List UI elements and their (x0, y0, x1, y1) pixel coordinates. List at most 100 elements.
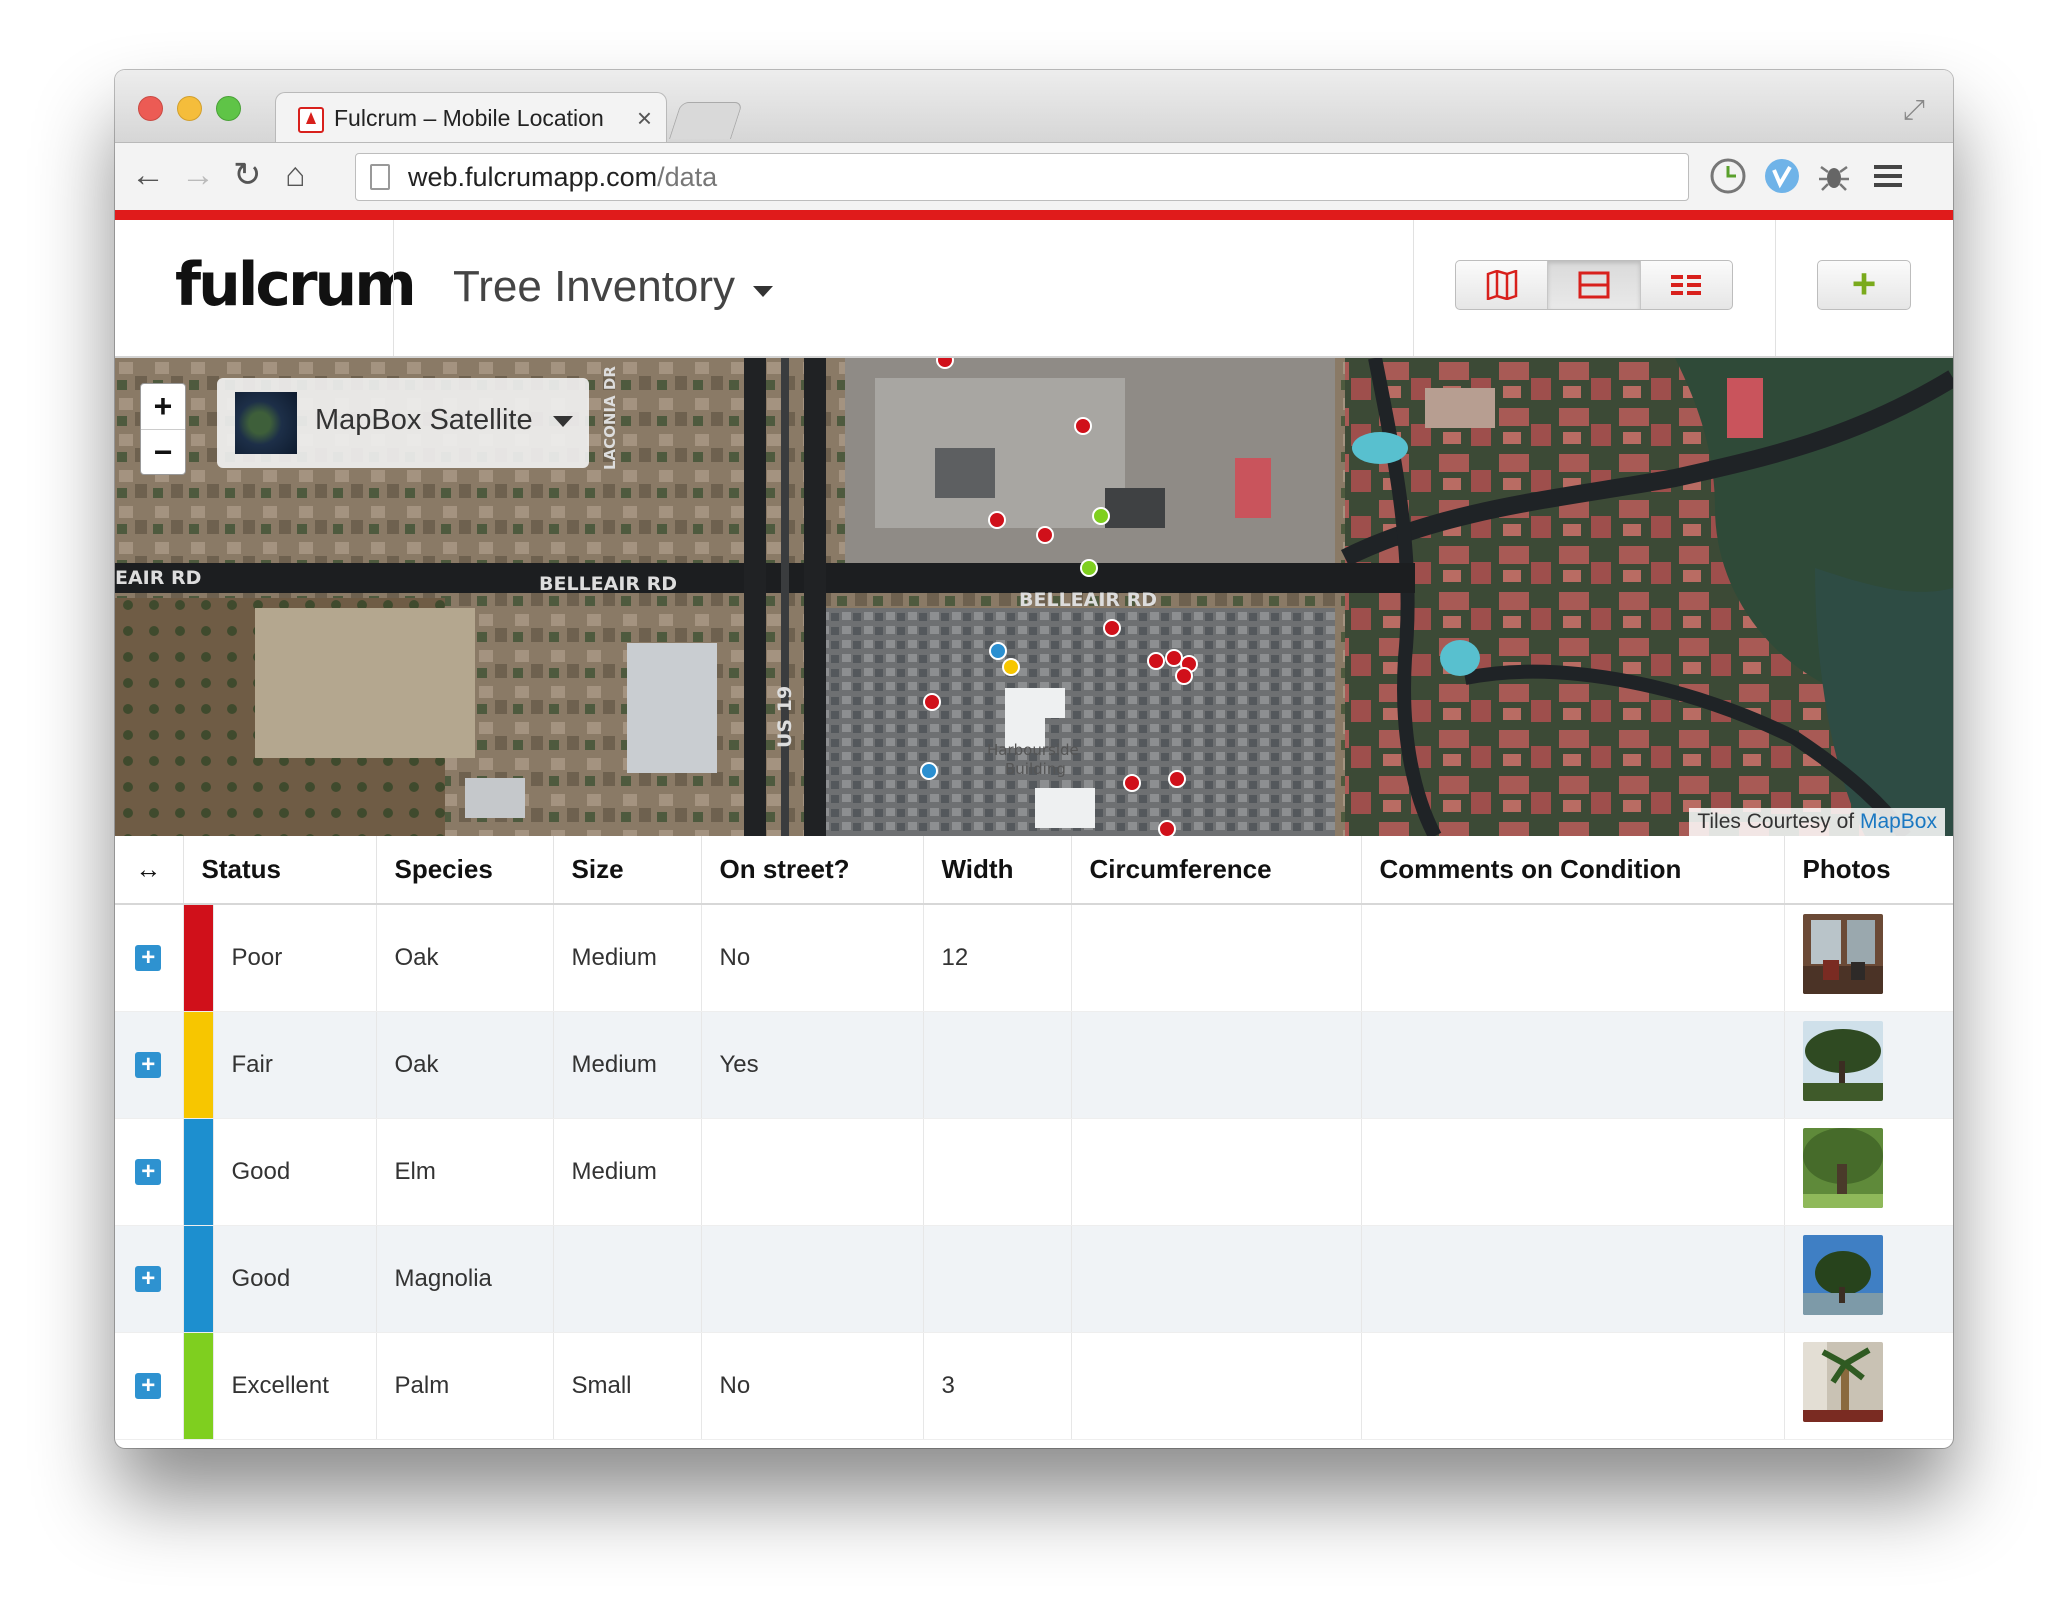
split-view-icon (1578, 271, 1610, 299)
table-row[interactable]: + Good Elm Medium (115, 1118, 1953, 1226)
table-row[interactable]: + Poor Oak Medium No 12 (115, 904, 1953, 1012)
map-marker[interactable] (1103, 619, 1121, 637)
table-row[interactable]: + Good Magnolia (115, 1225, 1953, 1333)
header-divider (1775, 220, 1776, 356)
column-header-status[interactable]: Status (183, 836, 377, 905)
reload-icon[interactable]: ↻ (233, 155, 262, 195)
size-cell: Small (553, 1332, 702, 1440)
comments-cell (1361, 904, 1785, 1012)
column-header-circumference[interactable]: Circumference (1071, 836, 1362, 905)
status-color-swatch (183, 1332, 214, 1440)
table-view-button[interactable] (1641, 261, 1732, 309)
column-header-photos[interactable]: Photos (1784, 836, 1953, 905)
forward-arrow-icon[interactable]: → (181, 155, 215, 195)
map-marker[interactable] (1168, 770, 1186, 788)
page-icon (370, 164, 390, 190)
view-toggle (1455, 260, 1733, 310)
column-header-species[interactable]: Species (376, 836, 554, 905)
expand-all-header[interactable]: ↔ (115, 836, 184, 905)
size-cell: Medium (553, 1011, 702, 1119)
satellite-map[interactable]: EAIR RD BELLEAIR RD BELLEAIR RD US 19 LA… (115, 358, 1953, 836)
column-header-size[interactable]: Size (553, 836, 702, 905)
circumference-cell (1071, 904, 1362, 1012)
table-row[interactable]: + Fair Oak Medium Yes (115, 1011, 1953, 1119)
map-marker[interactable] (1158, 820, 1176, 836)
vimeo-extension-icon[interactable] (1763, 157, 1801, 195)
width-cell (923, 1011, 1072, 1119)
oak-tree-photo[interactable] (1802, 1021, 1883, 1101)
species-cell: Oak (376, 1011, 554, 1119)
chevron-down-icon[interactable] (753, 286, 773, 297)
map-marker[interactable] (920, 762, 938, 780)
mapbox-link[interactable]: MapBox (1860, 810, 1937, 833)
map-marker[interactable] (1175, 667, 1193, 685)
photo-cell (1784, 904, 1953, 1012)
comments-cell (1361, 1225, 1785, 1333)
map-marker[interactable] (1165, 649, 1183, 667)
on-street-cell (701, 1118, 924, 1226)
minimize-window-button[interactable] (177, 96, 202, 121)
map-view-button[interactable] (1456, 261, 1549, 309)
map-marker[interactable] (1002, 658, 1020, 676)
split-view-button[interactable] (1548, 261, 1641, 309)
magnolia-tree-photo[interactable] (1802, 1235, 1883, 1315)
elm-tree-photo[interactable] (1802, 1128, 1883, 1208)
status-color-swatch (183, 904, 214, 1012)
expand-row-icon[interactable]: + (135, 1051, 162, 1078)
project-title[interactable]: Tree Inventory (453, 262, 735, 312)
expand-row-icon[interactable]: + (135, 1372, 162, 1399)
home-icon[interactable]: ⌂ (285, 155, 306, 195)
menu-icon[interactable] (1869, 157, 1907, 195)
circumference-cell (1071, 1011, 1362, 1119)
column-header-comments[interactable]: Comments on Condition (1361, 836, 1785, 905)
species-cell: Oak (376, 904, 554, 1012)
layer-name: MapBox Satellite (315, 404, 533, 436)
map-marker[interactable] (1080, 559, 1098, 577)
clock-extension-icon[interactable] (1709, 157, 1747, 195)
map-marker[interactable] (1092, 507, 1110, 525)
map-marker[interactable] (989, 642, 1007, 660)
browser-tab[interactable]: Fulcrum – Mobile Location × (275, 92, 667, 145)
status-cell: Fair (213, 1011, 377, 1119)
layer-selector[interactable]: MapBox Satellite (217, 378, 589, 468)
header-divider (1413, 220, 1414, 356)
expand-row-icon[interactable]: + (135, 944, 162, 971)
new-tab-button[interactable] (668, 102, 744, 139)
zoom-window-button[interactable] (216, 96, 241, 121)
tab-close-icon[interactable]: × (637, 103, 652, 134)
map-marker[interactable] (923, 693, 941, 711)
photo-cell (1784, 1011, 1953, 1119)
zoom-in-button[interactable]: + (141, 384, 185, 430)
map-marker[interactable] (1074, 417, 1092, 435)
add-record-button[interactable]: + (1817, 260, 1911, 310)
status-cell: Poor (213, 904, 377, 1012)
status-color-swatch (183, 1011, 214, 1119)
column-header-on-street[interactable]: On street? (701, 836, 924, 905)
fullscreen-icon[interactable]: ⤢ (1903, 94, 1925, 127)
status-cell: Excellent (213, 1332, 377, 1440)
width-cell: 3 (923, 1332, 1072, 1440)
zoom-out-button[interactable]: − (141, 430, 185, 475)
interior-photo[interactable] (1802, 914, 1883, 995)
expand-row-icon[interactable]: + (135, 1158, 162, 1185)
fulcrum-logo[interactable]: fulcrum (175, 250, 417, 320)
map-marker[interactable] (1147, 652, 1165, 670)
species-cell: Palm (376, 1332, 554, 1440)
back-arrow-icon[interactable]: ← (131, 155, 165, 195)
address-bar[interactable]: web.fulcrumapp.com/data (355, 153, 1689, 201)
comments-cell (1361, 1332, 1785, 1440)
column-header-width[interactable]: Width (923, 836, 1072, 905)
table-row[interactable]: + Excellent Palm Small No 3 (115, 1332, 1953, 1440)
map-marker[interactable] (936, 358, 954, 369)
map-marker[interactable] (1123, 774, 1141, 792)
bug-extension-icon[interactable] (1815, 157, 1853, 195)
zoom-control: + − (140, 383, 186, 475)
close-window-button[interactable] (138, 96, 163, 121)
palm-tree-photo[interactable] (1802, 1342, 1883, 1422)
expand-row-icon[interactable]: + (135, 1265, 162, 1292)
list-icon (1671, 275, 1702, 295)
map-marker[interactable] (1036, 526, 1054, 544)
circumference-cell (1071, 1225, 1362, 1333)
map-marker[interactable] (988, 511, 1006, 529)
map-attribution: Tiles Courtesy of MapBox (1689, 808, 1945, 836)
